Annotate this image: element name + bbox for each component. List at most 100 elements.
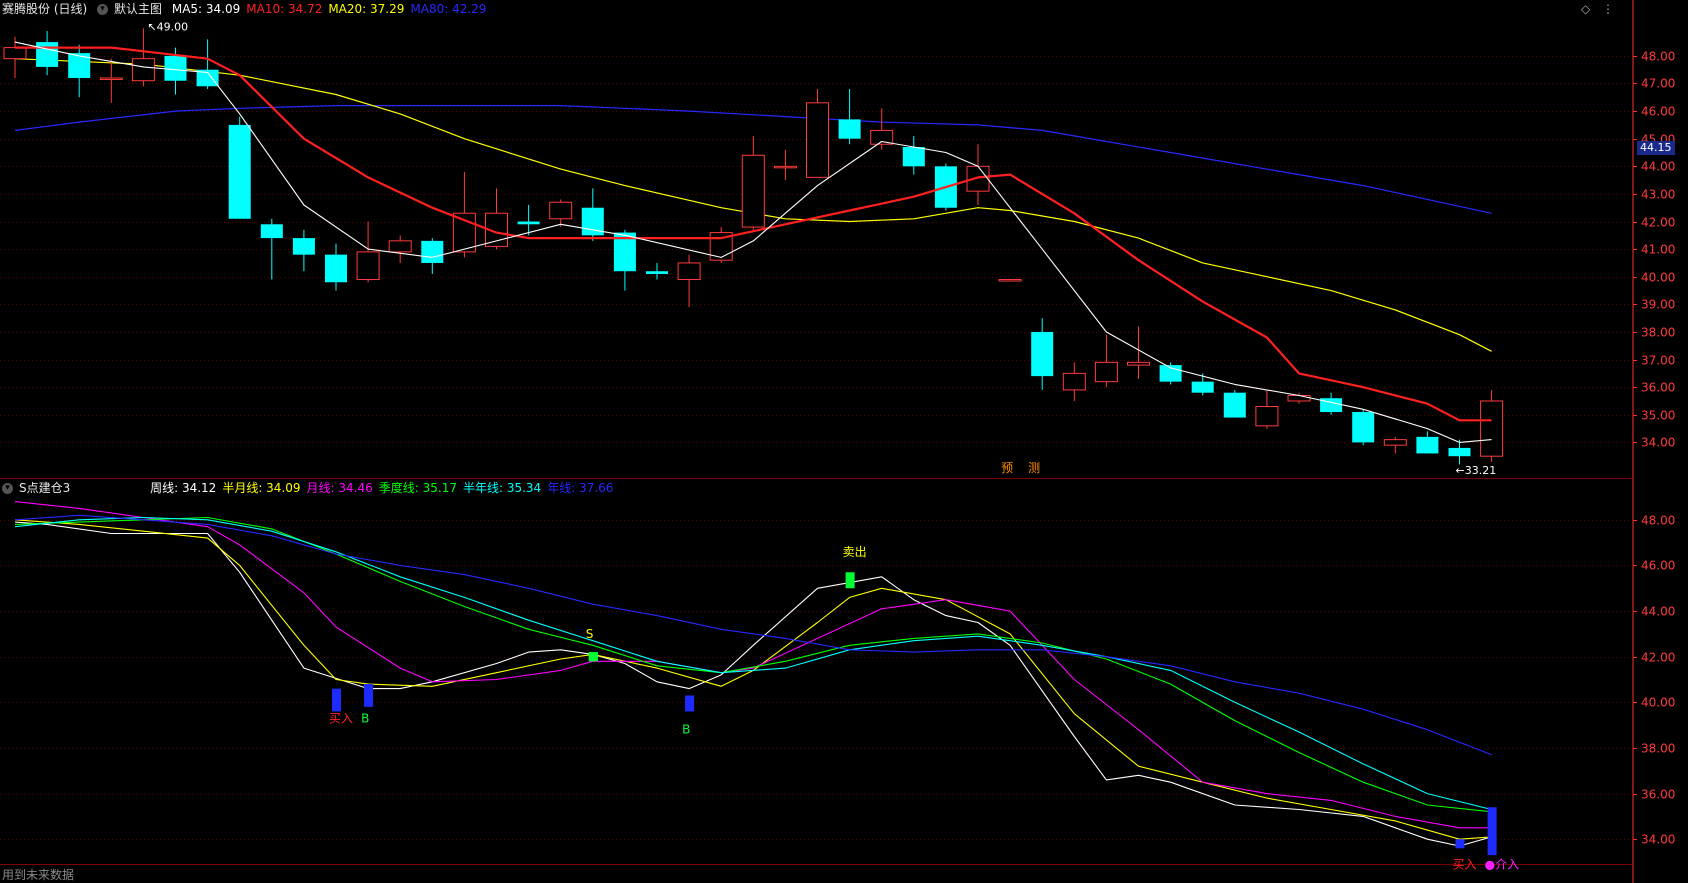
current-price-tag: 44.15 — [1637, 141, 1675, 155]
candle-body — [131, 58, 155, 82]
candle-body — [773, 165, 797, 169]
signal-bar — [1455, 839, 1465, 849]
candle-body — [1287, 394, 1311, 402]
indicator-legend: MA5: 34.09 MA10: 34.72 MA20: 37.29 MA80: 42… — [172, 2, 493, 16]
footer-note: 用到未来数据 — [2, 868, 75, 882]
candle-body — [1223, 392, 1246, 418]
ma-legend-1: MA10: 34.72 — [246, 2, 323, 16]
candle — [452, 171, 476, 258]
sub-tick-label: 42.00 — [1641, 651, 1675, 665]
signal-label: B — [361, 711, 369, 725]
candle — [1159, 362, 1182, 385]
candle — [581, 188, 604, 241]
panel-bottom-border — [0, 864, 1632, 865]
candle — [1352, 409, 1375, 446]
candle — [1255, 389, 1279, 429]
main-tick-label: 42.00 — [1641, 216, 1675, 230]
options-icon[interactable]: ⋮ — [1602, 2, 1614, 16]
candle-body — [677, 262, 701, 281]
candle — [773, 149, 797, 181]
ma10-line — [15, 46, 1492, 422]
diamond-icon[interactable]: ◇ — [1581, 2, 1590, 16]
candle — [838, 89, 861, 145]
candle — [870, 108, 894, 150]
candle — [388, 235, 412, 263]
candle — [131, 28, 155, 87]
forecast-mark: 测 — [1028, 461, 1040, 475]
candle-body — [164, 55, 187, 81]
sub-line-2 — [14, 501, 1492, 829]
candle — [1416, 431, 1439, 454]
candle — [1094, 334, 1118, 388]
indicator-name[interactable]: S点建仓3 — [19, 481, 70, 495]
signal-bar — [845, 572, 855, 589]
ma-legend-0: MA5: 34.09 — [171, 2, 241, 16]
candle — [228, 116, 251, 219]
candle-body — [646, 271, 668, 274]
candle-body — [36, 42, 59, 67]
candle — [325, 243, 347, 291]
chevron-down-icon[interactable]: ▾ — [2, 483, 13, 494]
candle-body — [325, 254, 347, 283]
chevron-down-icon[interactable]: ▾ — [97, 4, 109, 15]
candle-body — [1191, 381, 1214, 393]
candle-body — [517, 221, 540, 225]
signal-bar — [1487, 807, 1497, 856]
candle-body — [1416, 436, 1439, 454]
candle-body — [1062, 372, 1086, 391]
ma-legend-3: MA80: 42.29 — [410, 2, 487, 16]
signal-label: 买入 — [329, 711, 353, 725]
candle — [998, 279, 1022, 282]
main-chart-header: 赛腾股份 (日线) ▾ 默认主图 MA5: 34.09 MA10: 34.72 MA2… — [2, 1, 498, 17]
candle — [292, 229, 315, 272]
candle-body — [1352, 412, 1375, 443]
signal-bar — [332, 688, 341, 712]
candle-body — [998, 279, 1022, 282]
high-price-label: ↖49.00 — [147, 20, 188, 33]
candle — [99, 58, 123, 103]
signal-label: S — [586, 627, 594, 641]
line-legend-5: 年线: 37.66 — [547, 481, 614, 495]
sub-tick-label: 34.00 — [1641, 833, 1675, 847]
main-tick-label: 35.00 — [1641, 409, 1675, 423]
candle-body — [388, 240, 412, 253]
candle-body — [1480, 400, 1504, 457]
candle-body — [806, 102, 829, 178]
signal-bar — [364, 684, 374, 707]
candle — [36, 31, 59, 76]
candle — [1383, 436, 1407, 454]
candle — [677, 254, 701, 308]
line-legend-0: 周线: 34.12 — [150, 481, 217, 495]
candle — [1062, 362, 1086, 401]
line-legend-4: 半年线: 35.34 — [462, 481, 542, 495]
candle-body — [421, 240, 444, 263]
candle-body — [292, 238, 315, 255]
stock-name[interactable]: 赛腾股份 (日线) — [2, 2, 87, 16]
candle — [902, 135, 925, 175]
main-tick-label: 47.00 — [1641, 77, 1675, 91]
sub-line-4 — [14, 516, 1492, 811]
line-legend-3: 季度线: 35.17 — [378, 481, 457, 495]
candle-body — [549, 201, 573, 220]
main-chart-selector[interactable]: 默认主图 — [114, 2, 162, 16]
signal-bar — [588, 652, 598, 662]
candle — [485, 188, 508, 250]
main-tick-label: 41.00 — [1641, 243, 1675, 257]
candle-body — [1031, 331, 1054, 377]
candle-body — [1448, 447, 1471, 457]
candle — [3, 36, 27, 78]
candle-body — [1094, 361, 1118, 383]
signal-bar — [685, 695, 695, 712]
candle-body — [99, 77, 123, 80]
candle-body — [260, 224, 283, 239]
top-right-controls: ◇ ⋮ — [1581, 2, 1614, 16]
main-tick-label: 37.00 — [1641, 354, 1675, 368]
sub-tick-label: 44.00 — [1641, 605, 1675, 619]
signal-label: 买入 — [1453, 857, 1477, 871]
candle — [1480, 389, 1504, 462]
indicator-line-legend: 周线: 34.12 半月线: 34.09 月线: 34.46 季度线: 35.17 半年… — [150, 481, 619, 495]
line-legend-2: 月线: 34.46 — [306, 481, 373, 495]
candle-body — [1127, 361, 1150, 366]
candle-body — [3, 47, 27, 60]
main-tick-label: 48.00 — [1641, 50, 1675, 64]
